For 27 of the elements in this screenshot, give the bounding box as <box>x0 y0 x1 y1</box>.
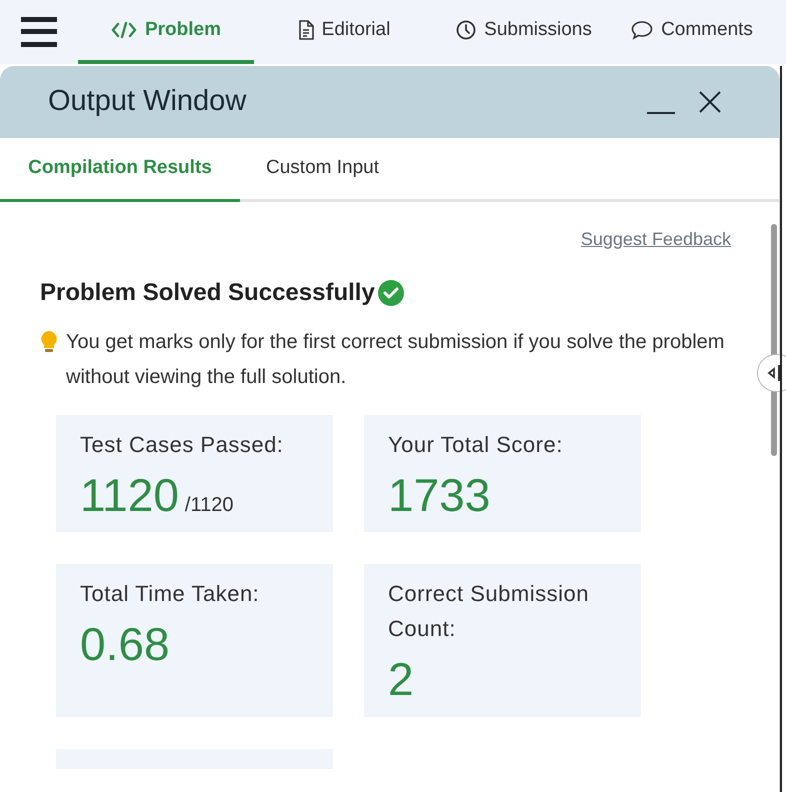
menu-icon[interactable] <box>21 17 57 47</box>
stat-label: Correct Submission Count: <box>388 580 590 643</box>
stat-value: 1733 <box>388 470 490 520</box>
stat-suffix: /1120 <box>184 493 234 518</box>
nav-tab[interactable]: Comments <box>614 0 770 64</box>
stat-value: 1120 <box>80 470 179 520</box>
code-icon <box>110 21 137 39</box>
feedback-link[interactable]: Suggest Feedback <box>580 226 731 253</box>
lightbulb-icon <box>40 330 58 354</box>
nav-tab[interactable]: Submissions <box>434 0 614 64</box>
nav-tab[interactable]: Editorial <box>254 0 434 64</box>
stat-label: Test Cases Passed: <box>80 431 284 459</box>
stat-label: Your Total Score: <box>388 431 564 459</box>
close-icon[interactable] <box>699 91 721 113</box>
chat-icon <box>631 20 654 40</box>
collapse-icon <box>767 364 781 382</box>
document-icon <box>298 20 314 40</box>
panel-tab[interactable]: Custom Input <box>240 138 405 202</box>
clock-icon <box>456 20 476 40</box>
stat-label: Total Time Taken: <box>80 580 260 608</box>
stat-value: 2 <box>388 654 414 704</box>
panel-tab[interactable]: Compilation Results <box>0 138 240 202</box>
check-circle-icon <box>376 279 405 307</box>
stat-value: 0.68 <box>80 619 170 669</box>
status-heading: Problem Solved Successfully <box>40 278 375 308</box>
window-title: Output Window <box>48 84 248 120</box>
note-text: You get marks only for the first correct submission if you solve the problem without viewing the full solution. <box>66 330 726 390</box>
